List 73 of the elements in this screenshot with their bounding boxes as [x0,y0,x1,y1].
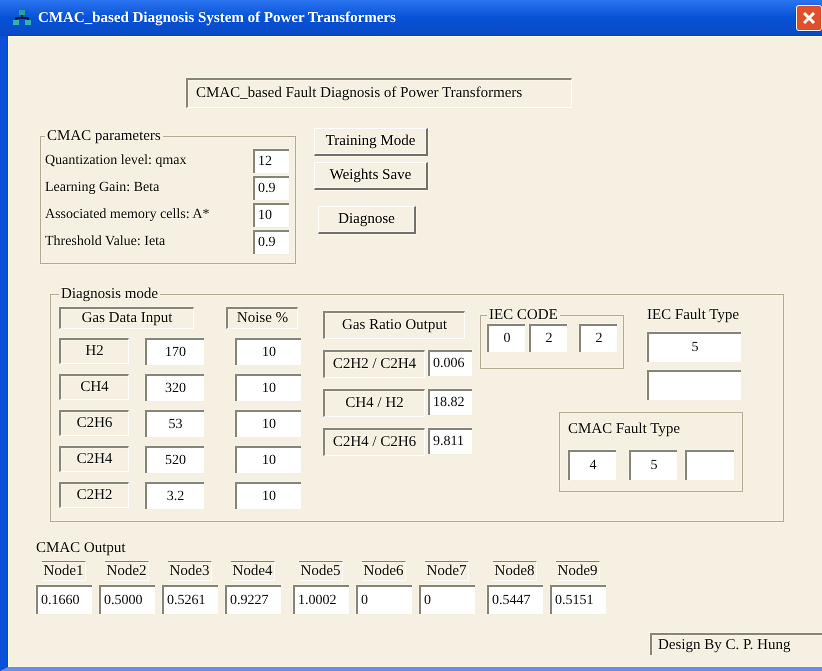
node-value-field[interactable]: 0.5000 [99,585,155,614]
noise-field[interactable]: 10 [235,374,301,401]
gas-value-field[interactable]: 320 [145,374,204,401]
node-label: Node7 [425,561,469,581]
group-title: Diagnosis mode [60,286,160,303]
cmac-fault-label: CMAC Fault Type [568,421,680,437]
author-credit: Design By C. P. Hung [650,633,822,655]
node-value-field[interactable]: 0.5151 [550,585,606,614]
fault-type-field[interactable] [685,450,734,480]
gas-label: C2H4 [59,446,129,472]
node-value-field[interactable]: 0.1660 [36,585,92,614]
group-title: IEC CODE [488,307,559,324]
ratio-label: CH4 / H2 [323,389,425,417]
noise-field[interactable]: 10 [235,482,301,509]
output-title: CMAC Output [36,540,126,557]
parameter-label: Threshold Value: Ieta [45,234,166,250]
gas-label: C2H6 [59,410,129,436]
group-title: CMAC parameters [46,128,162,145]
fault-type-field[interactable] [647,370,741,400]
parameter-label: Learning Gain: Beta [45,180,160,196]
close-icon [801,10,817,26]
column-header: Gas Data Input [59,307,194,329]
node-label: Node2 [105,561,149,581]
parameter-label: Associated memory cells: A* [45,206,210,222]
code-field[interactable]: 2 [579,324,617,352]
action-button[interactable]: Weights Save [314,162,428,190]
ratio-value-field[interactable]: 18.82 [428,389,472,415]
node-label: Node4 [231,561,275,581]
column-header: Noise % [226,307,298,329]
node-label: Node6 [362,561,406,581]
code-field[interactable]: 2 [529,324,567,352]
ratio-label: C2H2 / C2H4 [323,350,425,378]
parameter-label: Quantization level: qmax [45,152,188,168]
gas-value-field[interactable]: 3.2 [145,482,204,509]
noise-field[interactable]: 10 [235,446,301,473]
parameter-field[interactable]: 0.9 [253,230,289,254]
parameter-field[interactable]: 0.9 [253,176,289,200]
node-value-field[interactable]: 0 [419,585,475,614]
gas-label: C2H2 [59,482,129,508]
iec-fault-label: IEC Fault Type [647,307,739,324]
close-button[interactable] [796,5,822,31]
node-label: Node3 [168,561,212,581]
fault-type-field[interactable]: 4 [568,450,616,480]
ratio-value-field[interactable]: 0.006 [428,350,472,376]
noise-field[interactable]: 10 [235,338,301,365]
ratio-value-field[interactable]: 9.811 [428,428,472,454]
noise-field[interactable]: 10 [235,410,301,437]
gas-label: H2 [59,338,129,364]
window-title: CMAC_based Diagnosis System of Power Transformers [38,10,396,26]
ratio-label: C2H4 / C2H6 [323,428,425,456]
network-icon [12,9,32,27]
gas-value-field[interactable]: 53 [145,410,204,437]
header-label: CMAC_based Fault Diagnosis of Power Transformers [186,78,572,108]
node-value-field[interactable]: 0.5261 [162,585,218,614]
fault-type-field[interactable]: 5 [647,332,741,362]
gas-label: CH4 [59,374,129,400]
gas-value-field[interactable]: 170 [145,338,204,365]
node-label: Node9 [556,561,600,581]
parameter-field[interactable]: 10 [253,202,289,226]
node-value-field[interactable]: 0 [356,585,412,614]
column-header: Gas Ratio Output [323,311,465,339]
node-label: Node1 [42,561,86,581]
gas-value-field[interactable]: 520 [145,446,204,473]
action-button[interactable]: Training Mode [314,128,428,156]
action-button[interactable]: Diagnose [318,206,416,234]
node-value-field[interactable]: 0.9227 [225,585,281,614]
node-label: Node5 [299,561,343,581]
parameter-field[interactable]: 12 [253,148,289,172]
fault-type-field[interactable]: 5 [629,450,677,480]
node-value-field[interactable]: 1.0002 [293,585,349,614]
code-field[interactable]: 0 [487,324,525,352]
node-label: Node8 [493,561,537,581]
node-value-field[interactable]: 0.5447 [487,585,543,614]
